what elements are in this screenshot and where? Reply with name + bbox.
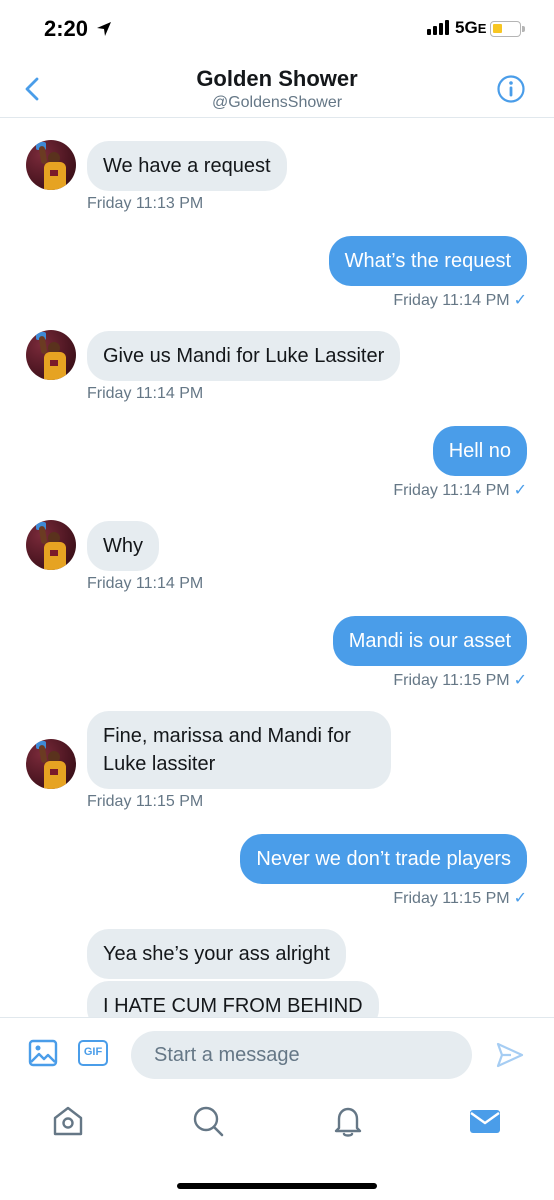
incoming-message-bubble[interactable]: We have a request xyxy=(87,141,287,191)
notifications-icon[interactable] xyxy=(330,1103,366,1139)
message-timestamp: Friday 11:14 PM xyxy=(87,575,204,592)
image-icon[interactable] xyxy=(28,1038,58,1068)
avatar[interactable] xyxy=(26,520,76,570)
message-input[interactable] xyxy=(131,1031,472,1079)
conversation-title: Golden Shower xyxy=(196,66,358,91)
status-bar: 2:20 5GE xyxy=(0,0,554,60)
message-timestamp: Friday 11:14 PM ✓ xyxy=(393,292,527,309)
message-timestamp: Friday 11:14 PM ✓ xyxy=(393,482,527,499)
location-arrow-icon xyxy=(97,22,111,36)
message-timestamp: Friday 11:14 PM xyxy=(87,385,204,402)
incoming-message-bubble[interactable]: I HATE CUM FROM BEHIND xyxy=(87,981,379,1017)
conversation-header: Golden Shower @GoldensShower xyxy=(0,60,554,118)
send-icon[interactable] xyxy=(495,1040,525,1070)
conversation-title-block[interactable]: Golden Shower @GoldensShower xyxy=(0,66,554,112)
outgoing-message-bubble[interactable]: Hell no xyxy=(432,426,527,476)
messages-icon[interactable] xyxy=(467,1103,503,1139)
outgoing-message-bubble[interactable]: Mandi is our asset xyxy=(332,616,527,666)
read-check-icon: ✓ xyxy=(513,292,527,309)
message-composer: GIF xyxy=(0,1017,554,1091)
incoming-message-bubble[interactable]: Why xyxy=(87,521,159,571)
outgoing-message-bubble[interactable]: Never we don’t trade players xyxy=(240,834,527,884)
conversation-handle: @GoldensShower xyxy=(211,94,343,111)
incoming-message-bubble[interactable]: Give us Mandi for Luke Lassiter xyxy=(87,331,401,381)
message-timestamp: Friday 11:15 PM ✓ xyxy=(393,672,527,689)
battery-cap xyxy=(522,26,525,32)
status-time: 2:20 xyxy=(44,16,89,41)
home-indicator xyxy=(177,1183,377,1189)
outgoing-message-bubble[interactable]: What’s the request xyxy=(328,236,527,286)
read-check-icon: ✓ xyxy=(513,482,527,499)
incoming-message-bubble[interactable]: Fine, marissa and Mandi for Luke lassite… xyxy=(87,711,391,789)
battery-icon xyxy=(490,21,521,37)
home-icon[interactable] xyxy=(50,1103,86,1139)
message-thread[interactable]: We have a request Friday 11:13 PM What’s… xyxy=(0,119,554,1017)
cellular-signal-icon xyxy=(427,20,449,35)
message-timestamp: Friday 11:15 PM ✓ xyxy=(393,890,527,907)
network-type-label: 5GE xyxy=(455,18,487,37)
incoming-message-bubble[interactable]: Yea she’s your ass alright xyxy=(87,929,346,979)
read-check-icon: ✓ xyxy=(513,672,527,689)
avatar[interactable] xyxy=(26,330,76,380)
message-timestamp: Friday 11:13 PM xyxy=(87,195,204,212)
search-icon[interactable] xyxy=(190,1103,226,1139)
read-check-icon: ✓ xyxy=(513,890,527,907)
message-timestamp: Friday 11:15 PM xyxy=(87,793,204,810)
avatar[interactable] xyxy=(26,739,76,789)
gif-button[interactable]: GIF xyxy=(78,1040,108,1066)
avatar[interactable] xyxy=(26,140,76,190)
info-icon[interactable] xyxy=(496,74,526,104)
